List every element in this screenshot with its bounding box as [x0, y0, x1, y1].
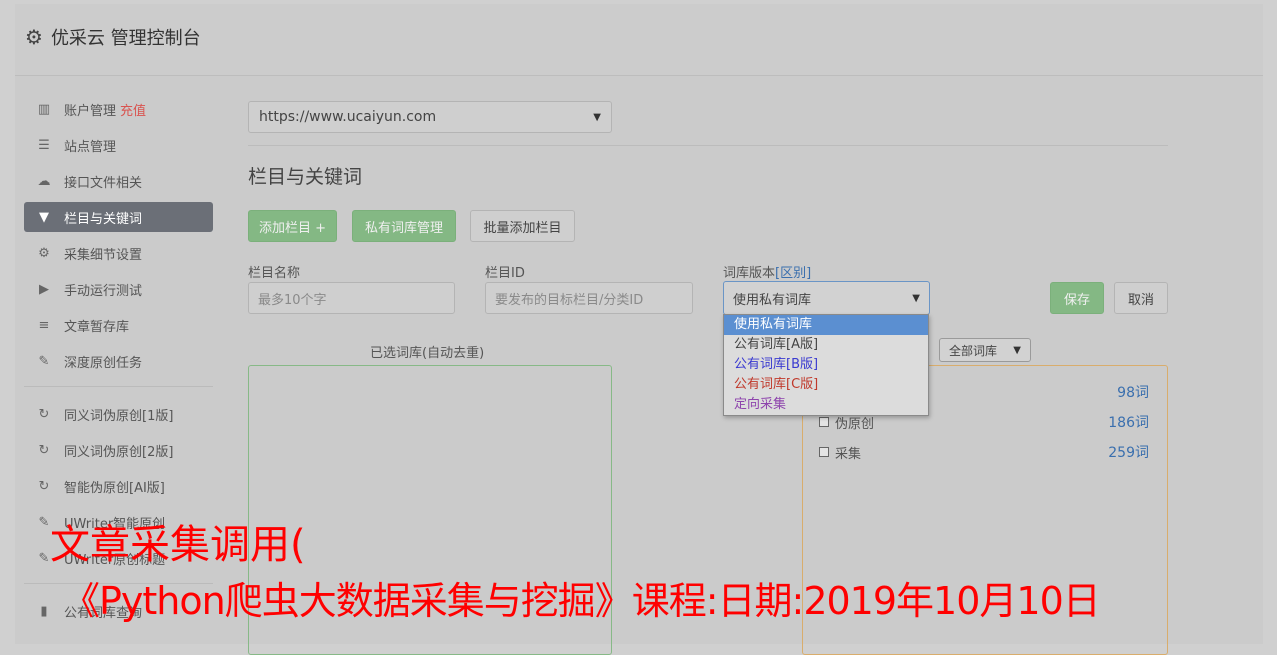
play-icon: ▶ — [39, 281, 49, 297]
dropdown-option-public-b[interactable]: 公有词库[B版] — [724, 355, 928, 375]
sidebar-item-label: 同义词伪原创[1版] — [64, 408, 174, 424]
batch-add-button[interactable]: 批量添加栏目 — [470, 210, 575, 242]
cancel-button[interactable]: 取消 — [1114, 282, 1168, 314]
sidebar-item-sites[interactable]: ☰ 站点管理 — [24, 130, 213, 160]
sidebar-item-deep-original[interactable]: ✎ 深度原创任务 — [24, 346, 213, 376]
library-filter-select[interactable]: 全部词库 ▼ — [939, 338, 1031, 362]
chevron-down-icon: ▼ — [912, 292, 920, 304]
library-checkbox[interactable] — [819, 447, 829, 457]
site-select[interactable]: https://www.ucaiyun.com ▼ — [248, 101, 612, 133]
sidebar-item-label: 栏目与关键词 — [64, 211, 143, 227]
sidebar-item-label: 账户管理 — [64, 103, 117, 119]
top-bar: ⚙ 优采云 管理控制台 — [15, 4, 1263, 76]
sidebar-divider — [24, 386, 213, 387]
library-name: 采集 — [835, 446, 862, 462]
sidebar-item-interface[interactable]: ☁ 接口文件相关 — [24, 166, 213, 196]
sidebar-item-account[interactable]: ▥ 账户管理 充值 — [24, 94, 213, 124]
library-row[interactable]: 采集 259词 — [819, 442, 1149, 462]
sidebar-item-collect-settings[interactable]: ⚙ 采集细节设置 — [24, 238, 213, 268]
library-checkbox[interactable] — [819, 417, 829, 427]
library-count: 98词 — [1117, 385, 1149, 401]
sidebar-item-label: 文章暂存库 — [64, 319, 130, 335]
column-id-input[interactable]: 要发布的目标栏目/分类ID — [485, 282, 693, 314]
cogs-icon: ⚙ — [38, 245, 50, 261]
recharge-link[interactable]: 充值 — [120, 100, 146, 119]
dropdown-option-public-a[interactable]: 公有词库[A版] — [724, 335, 928, 355]
library-version-text: 词库版本 — [723, 266, 776, 281]
database-icon: ≡ — [38, 317, 50, 333]
refresh-icon: ↻ — [38, 442, 50, 458]
add-column-button[interactable]: 添加栏目 + — [248, 210, 337, 242]
gear-icon: ⚙ — [25, 25, 43, 49]
library-version-value: 使用私有词库 — [733, 292, 812, 308]
overlay-caption-line1: 文章采集调用( — [50, 522, 306, 568]
book-icon: ▮ — [40, 603, 48, 619]
library-version-select[interactable]: 使用私有词库 ▼ — [723, 281, 930, 315]
section-title: 栏目与关键词 — [248, 166, 363, 188]
filter-icon: ▼ — [39, 209, 49, 225]
dropdown-option-private[interactable]: 使用私有词库 — [724, 315, 928, 335]
divider — [248, 145, 1168, 146]
selected-library-title: 已选词库(自动去重) — [370, 346, 485, 361]
chevron-down-icon: ▼ — [593, 111, 601, 123]
brand: ⚙ 优采云 管理控制台 — [25, 24, 201, 50]
refresh-icon: ↻ — [38, 478, 50, 494]
library-version-dropdown: 使用私有词库 公有词库[A版] 公有词库[B版] 公有词库[C版] 定向采集 — [723, 314, 929, 416]
bar-chart-icon: ▥ — [37, 101, 51, 117]
sidebar-item-label: 手动运行测试 — [64, 283, 143, 299]
edit-icon: ✎ — [38, 353, 50, 369]
site-select-value: https://www.ucaiyun.com — [259, 109, 437, 125]
private-library-button[interactable]: 私有词库管理 — [352, 210, 456, 242]
sidebar-item-label: 同义词伪原创[2版] — [64, 444, 174, 460]
sidebar-item-label: 站点管理 — [64, 139, 117, 155]
column-name-label: 栏目名称 — [248, 266, 301, 281]
dropdown-option-public-c[interactable]: 公有词库[C版] — [724, 375, 928, 395]
sidebar-item-manual-run[interactable]: ▶ 手动运行测试 — [24, 274, 213, 304]
cloud-upload-icon: ☁ — [37, 173, 51, 189]
column-id-label: 栏目ID — [485, 266, 525, 281]
sidebar-item-label: 采集细节设置 — [64, 247, 143, 263]
sidebar-item-article-store[interactable]: ≡ 文章暂存库 — [24, 310, 213, 340]
sidebar-item-ai-pseudo[interactable]: ↻ 智能伪原创[AI版] — [24, 471, 213, 501]
column-name-input[interactable]: 最多10个字 — [248, 282, 455, 314]
save-button[interactable]: 保存 — [1050, 282, 1104, 314]
difference-link[interactable]: [区别] — [775, 266, 811, 281]
sidebar-item-label: 智能伪原创[AI版] — [64, 480, 165, 496]
refresh-icon: ↻ — [38, 406, 50, 422]
library-version-label: 词库版本[区别] — [723, 262, 811, 281]
sidebar-item-label: 深度原创任务 — [64, 355, 143, 371]
sidebar-item-label: 接口文件相关 — [64, 175, 143, 191]
server-icon: ☰ — [38, 137, 50, 153]
chevron-down-icon: ▼ — [1013, 344, 1021, 356]
library-count: 259词 — [1108, 445, 1149, 461]
app-title: 优采云 管理控制台 — [50, 28, 201, 49]
dropdown-option-directed[interactable]: 定向采集 — [724, 395, 928, 415]
sidebar-item-synonym-1[interactable]: ↻ 同义词伪原创[1版] — [24, 399, 213, 429]
library-filter-value: 全部词库 — [949, 343, 998, 358]
library-count: 186词 — [1108, 415, 1149, 431]
sidebar-item-synonym-2[interactable]: ↻ 同义词伪原创[2版] — [24, 435, 213, 465]
sidebar-item-columns[interactable]: ▼ 栏目与关键词 — [24, 202, 213, 232]
overlay-caption-line2: 《Python爬虫大数据采集与挖掘》课程:日期:2019年10月10日 — [62, 579, 1101, 623]
